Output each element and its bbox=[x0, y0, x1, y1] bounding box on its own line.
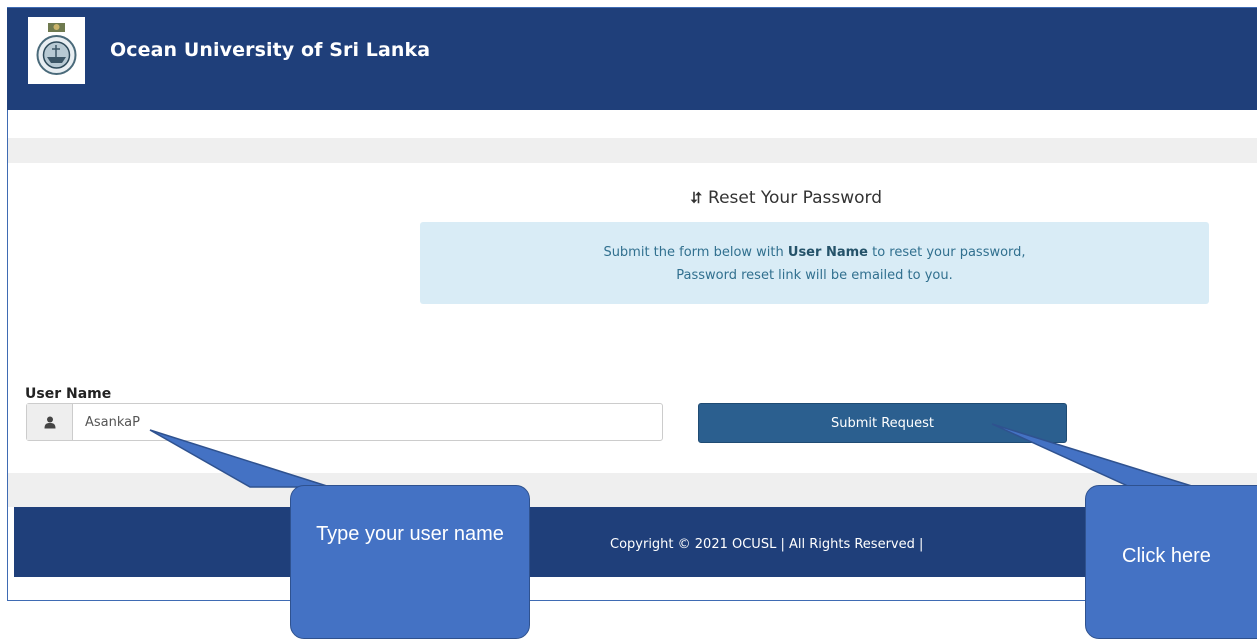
callout-left-pointer bbox=[149, 429, 331, 488]
callout-type-user-name: Type your user name bbox=[290, 485, 530, 639]
callout-right-pointer bbox=[991, 423, 1196, 488]
callout-pointers bbox=[149, 423, 1196, 488]
callout-left-text: Type your user name bbox=[316, 523, 504, 545]
callout-right-text: Click here bbox=[1122, 545, 1211, 567]
callout-click-here: Click here bbox=[1085, 485, 1257, 639]
